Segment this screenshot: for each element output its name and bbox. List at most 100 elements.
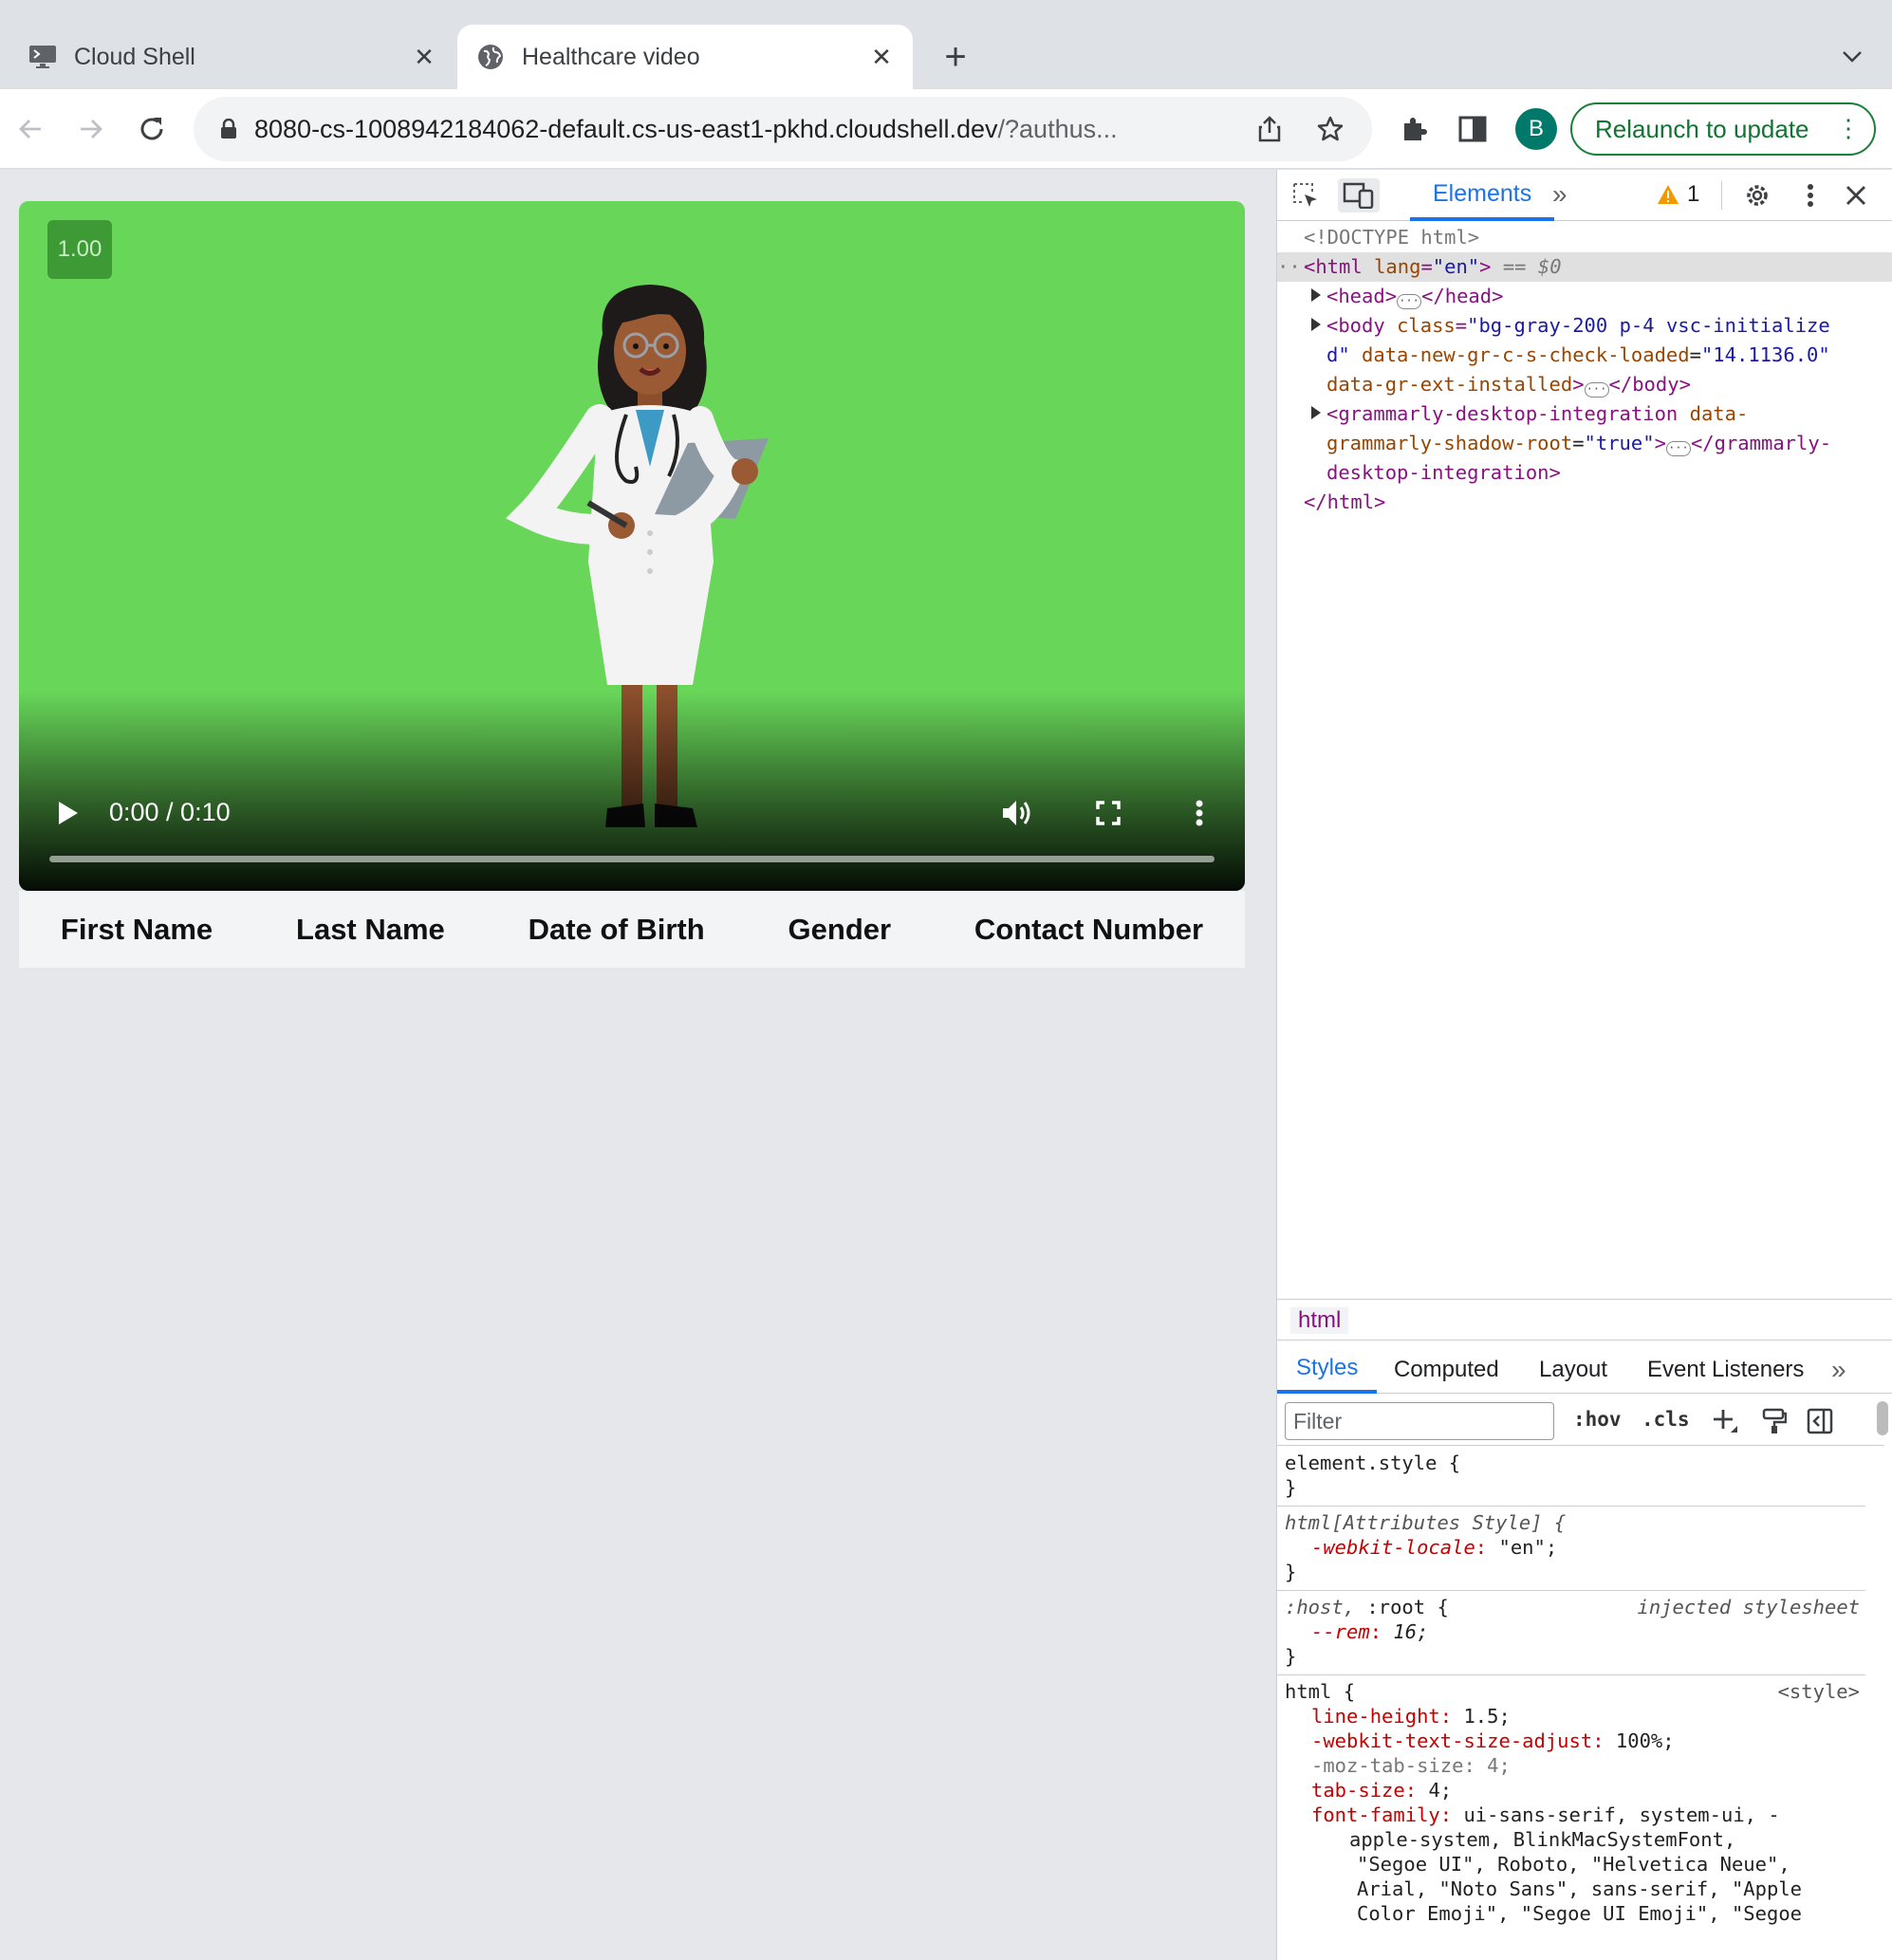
- expand-triangle-icon[interactable]: [1311, 406, 1321, 419]
- styles-filter-input[interactable]: Filter: [1285, 1402, 1554, 1440]
- style-declaration[interactable]: -webkit-text-size-adjust: 100%;: [1285, 1729, 1858, 1753]
- style-rule-root[interactable]: :host, :root { injected stylesheet --rem…: [1277, 1591, 1865, 1675]
- styles-scrollbar[interactable]: [1877, 1401, 1888, 1435]
- collapsed-content-icon[interactable]: ···: [1584, 382, 1609, 398]
- video-player[interactable]: 1.00 0:00 / 0:10: [19, 201, 1245, 891]
- closing-tag: </html>: [1304, 490, 1386, 513]
- devtools-menu-icon[interactable]: [1793, 178, 1827, 213]
- tab-cloud-shell[interactable]: Cloud Shell ✕: [9, 25, 455, 89]
- reload-icon[interactable]: [129, 106, 175, 152]
- fullscreen-icon[interactable]: [1087, 792, 1129, 834]
- prop-value: 1.5;: [1463, 1705, 1511, 1728]
- tab-elements[interactable]: Elements: [1410, 170, 1555, 221]
- kebab-menu-icon[interactable]: ⋮: [1836, 114, 1861, 143]
- relaunch-button[interactable]: Relaunch to update ⋮: [1570, 102, 1876, 156]
- dom-body-line2: d" data-new-gr-c-s-check-loaded="14.1136…: [1326, 343, 1830, 366]
- paint-roller-icon[interactable]: [1759, 1406, 1790, 1436]
- side-panel-icon[interactable]: [1452, 108, 1493, 150]
- play-icon[interactable]: [47, 792, 89, 834]
- styles-pane: element.style { } html[Attributes Style]…: [1277, 1447, 1865, 1932]
- closing-tag: </grammarly-: [1690, 432, 1832, 454]
- close-icon[interactable]: ✕: [408, 41, 440, 73]
- tab-strip: Cloud Shell ✕ Healthcare video ✕ +: [0, 0, 1892, 89]
- back-arrow-icon[interactable]: [8, 106, 53, 152]
- style-declaration[interactable]: tab-size: 4;: [1285, 1778, 1858, 1803]
- settings-gear-icon[interactable]: [1740, 178, 1774, 213]
- dom-html-close[interactable]: </html>: [1277, 488, 1892, 517]
- avatar[interactable]: B: [1515, 108, 1557, 150]
- tab-layout[interactable]: Layout: [1539, 1346, 1607, 1394]
- collapsed-content-icon[interactable]: ···: [1397, 294, 1422, 309]
- style-declaration[interactable]: -moz-tab-size: 4;: [1285, 1753, 1858, 1778]
- bookmark-star-icon[interactable]: [1311, 110, 1349, 148]
- style-rule-html[interactable]: html { <style> line-height: 1.5; -webkit…: [1277, 1675, 1865, 1932]
- collapsed-content-icon[interactable]: ···: [1665, 441, 1691, 456]
- device-toolbar-icon[interactable]: [1338, 178, 1380, 213]
- extensions-puzzle-icon[interactable]: [1393, 108, 1435, 150]
- more-tabs-chevron-icon[interactable]: »: [1552, 179, 1567, 210]
- style-declaration[interactable]: line-height: 1.5;: [1285, 1704, 1858, 1729]
- rule-close: }: [1285, 1645, 1297, 1668]
- toggle-sidebar-icon[interactable]: [1805, 1406, 1835, 1436]
- tab-computed[interactable]: Computed: [1394, 1346, 1499, 1394]
- chevron-down-icon[interactable]: [1835, 40, 1869, 74]
- volume-icon[interactable]: [996, 792, 1038, 834]
- dom-breadcrumb: html: [1277, 1299, 1892, 1341]
- prop-value: 4;: [1428, 1779, 1453, 1802]
- close-devtools-icon[interactable]: [1839, 178, 1873, 213]
- share-icon[interactable]: [1251, 110, 1289, 148]
- dom-node-dots-icon: ···: [1277, 255, 1313, 278]
- column-header-gender: Gender: [788, 912, 892, 946]
- rule-close: }: [1285, 1476, 1297, 1499]
- more-subtabs-chevron-icon[interactable]: »: [1831, 1346, 1846, 1394]
- prop-name: -webkit-locale: [1311, 1536, 1475, 1559]
- column-header-first-name: First Name: [60, 912, 213, 946]
- warning-count: 1: [1687, 181, 1700, 207]
- prop-value-continuation: "Segoe UI", Roboto, "Helvetica Neue",: [1357, 1853, 1790, 1876]
- expand-triangle-icon[interactable]: [1311, 318, 1321, 331]
- prop-name: line-height: [1311, 1705, 1440, 1728]
- style-declaration[interactable]: -webkit-locale: "en";: [1285, 1535, 1858, 1560]
- style-rule-element[interactable]: element.style { }: [1277, 1447, 1865, 1507]
- video-progress-bar[interactable]: [49, 856, 1215, 862]
- prop-value: "en";: [1498, 1536, 1558, 1559]
- tab-title: Cloud Shell: [74, 43, 195, 70]
- dom-head-node[interactable]: <head> ··· </head>: [1277, 282, 1892, 311]
- style-declaration[interactable]: --rem: 16;: [1285, 1619, 1858, 1644]
- new-style-rule-icon[interactable]: [1710, 1406, 1740, 1436]
- dom-html-node[interactable]: ···<html lang="en"> == $0: [1277, 252, 1892, 282]
- tab-healthcare-video[interactable]: Healthcare video ✕: [457, 25, 913, 89]
- rule-origin: injected stylesheet: [1637, 1596, 1861, 1618]
- warnings-badge[interactable]: 1: [1657, 181, 1699, 208]
- lock-icon[interactable]: [214, 119, 243, 139]
- column-header-date-of-birth: Date of Birth: [528, 912, 705, 946]
- doctype-text: <!DOCTYPE html>: [1304, 226, 1480, 249]
- tab-styles[interactable]: Styles: [1277, 1346, 1378, 1394]
- hov-toggle[interactable]: :hov: [1573, 1408, 1622, 1431]
- expand-triangle-icon[interactable]: [1311, 288, 1321, 302]
- url-host: 8080-cs-1008942184062-default.cs-us-east…: [254, 114, 998, 143]
- tab-event-listeners[interactable]: Event Listeners: [1647, 1346, 1804, 1394]
- url-text[interactable]: 8080-cs-1008942184062-default.cs-us-east…: [254, 115, 1251, 144]
- more-options-icon[interactable]: [1178, 792, 1220, 834]
- attr-value: "en": [1432, 255, 1480, 278]
- styles-filter-bar: Filter :hov .cls: [1277, 1395, 1884, 1446]
- dom-grammarly-line3: desktop-integration>: [1277, 458, 1892, 488]
- style-rule-attributes[interactable]: html[Attributes Style] { -webkit-locale:…: [1277, 1507, 1865, 1591]
- close-icon[interactable]: ✕: [865, 41, 898, 73]
- new-tab-button[interactable]: +: [935, 36, 976, 78]
- attr-value: "true": [1584, 432, 1655, 454]
- dom-grammarly-node[interactable]: <grammarly-desktop-integration data-: [1277, 399, 1892, 429]
- dom-doctype[interactable]: <!DOCTYPE html>: [1277, 223, 1892, 252]
- breadcrumb-html[interactable]: html: [1290, 1307, 1349, 1334]
- style-declaration[interactable]: font-family: ui-sans-serif, system-ui, -: [1285, 1803, 1858, 1827]
- cls-toggle[interactable]: .cls: [1642, 1408, 1690, 1431]
- attr-name: grammarly-shadow-root: [1326, 432, 1573, 454]
- prop-value: ui-sans-serif, system-ui, -: [1463, 1803, 1780, 1826]
- address-bar[interactable]: 8080-cs-1008942184062-default.cs-us-east…: [194, 97, 1372, 161]
- tag-name: grammarly-desktop-integration: [1338, 402, 1679, 425]
- inspect-element-icon[interactable]: [1289, 178, 1323, 213]
- rule-origin-link[interactable]: <style>: [1778, 1679, 1860, 1704]
- forward-arrow-icon[interactable]: [68, 106, 114, 152]
- dom-body-node[interactable]: <body class="bg-gray-200 p-4 vsc-initial…: [1277, 311, 1892, 341]
